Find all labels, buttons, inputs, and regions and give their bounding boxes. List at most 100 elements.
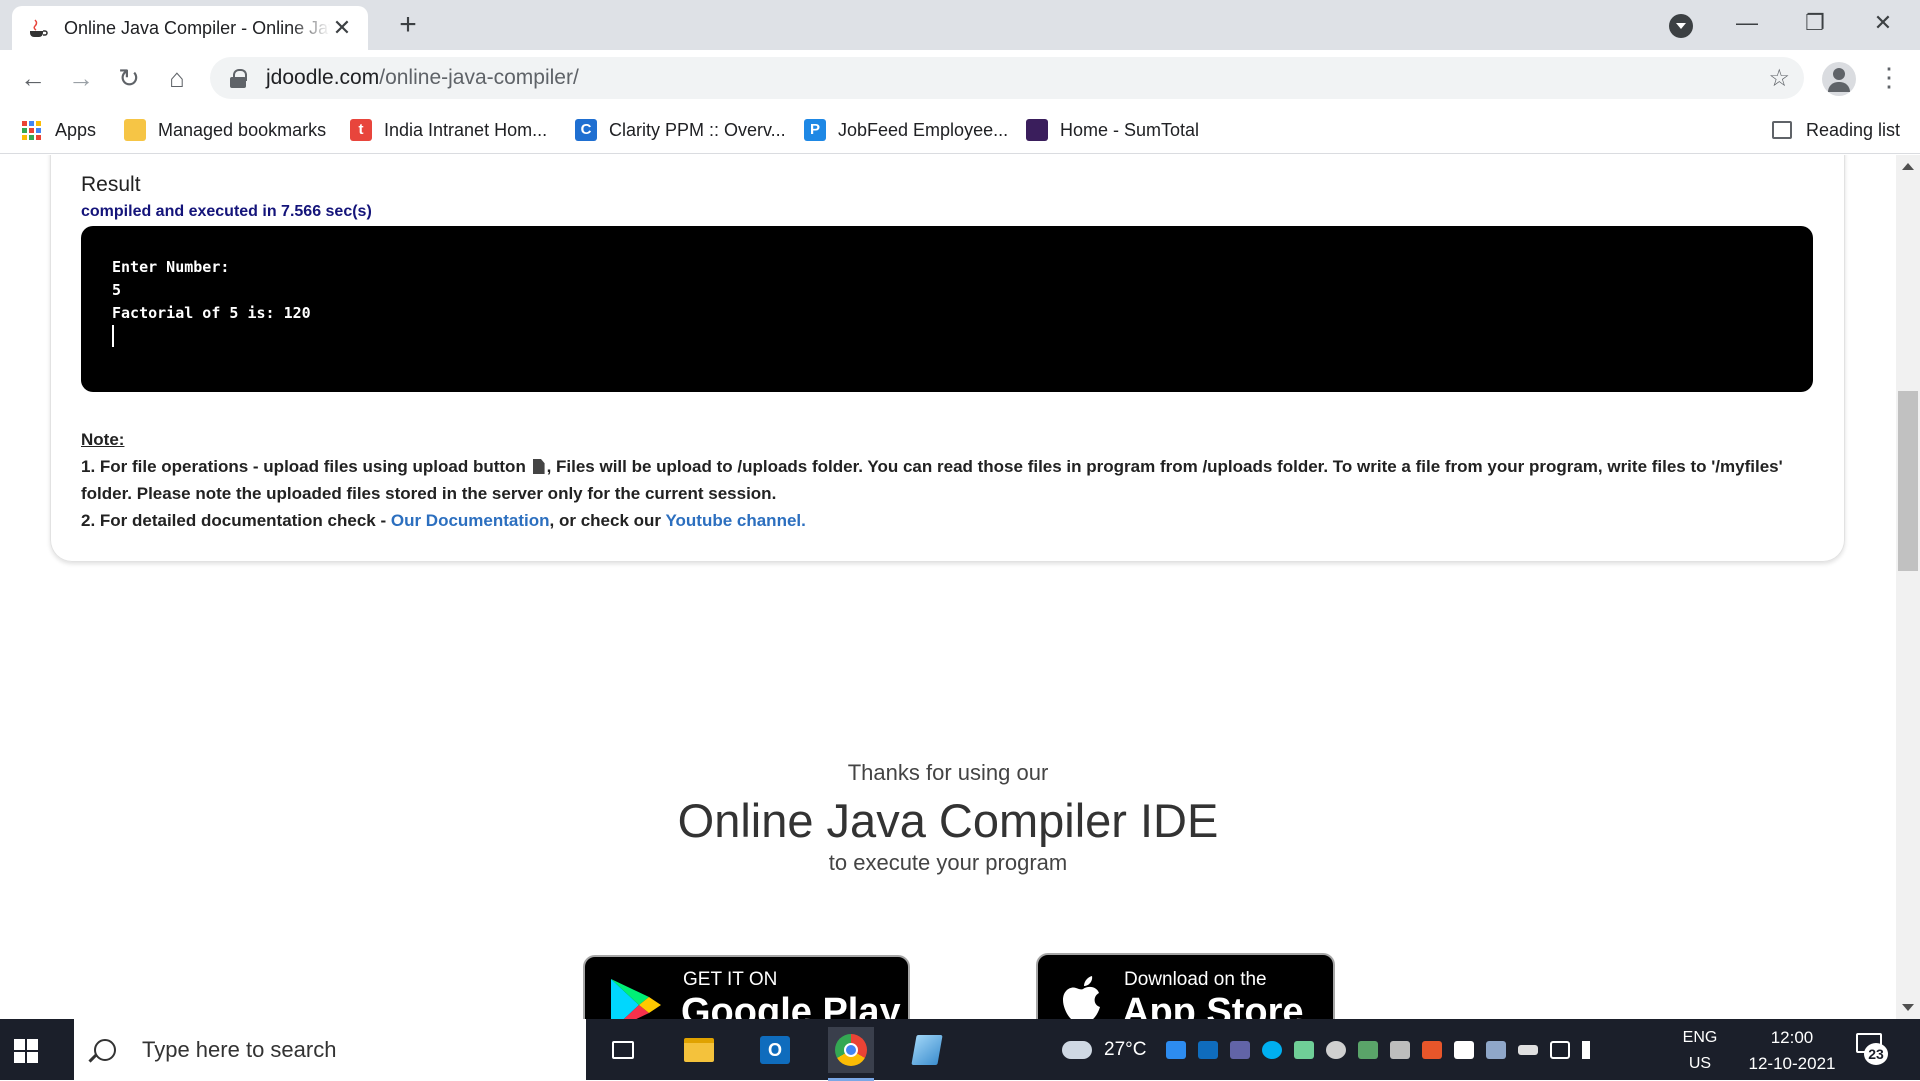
restore-button[interactable]: ❐ — [1790, 8, 1840, 38]
volume-icon[interactable] — [1582, 1040, 1602, 1059]
bookmark-label: Apps — [55, 119, 97, 140]
documentation-link[interactable]: Our Documentation — [391, 511, 550, 530]
onedrive-icon[interactable] — [1166, 1040, 1187, 1059]
teams-icon[interactable] — [1230, 1040, 1251, 1059]
windows-taskbar: Type here to search O 27°C ENG US 12:00 … — [0, 1019, 1920, 1081]
note-text: 1. For file operations - upload files us… — [81, 457, 526, 476]
clarity-favicon-icon: C — [575, 119, 597, 141]
network-icon[interactable] — [1550, 1040, 1571, 1059]
lock-icon[interactable] — [230, 69, 247, 88]
note-section: Note: 1. For file operations - upload fi… — [81, 426, 1801, 534]
youtube-channel-link[interactable]: Youtube channel. — [665, 511, 805, 530]
scroll-down-arrow-icon[interactable] — [1902, 1004, 1914, 1011]
bookmark-label: Home - SumTotal — [1060, 119, 1200, 140]
network-share-icon[interactable] — [1358, 1040, 1379, 1059]
window-close-button[interactable]: ✕ — [1858, 8, 1908, 38]
tab-search-icon[interactable] — [1669, 14, 1693, 38]
output-console[interactable]: Enter Number: 5 Factorial of 5 is: 120 — [81, 226, 1813, 392]
forward-button[interactable]: → — [66, 64, 96, 94]
file-explorer-icon[interactable] — [676, 1027, 722, 1073]
page-scrollbar[interactable] — [1896, 155, 1920, 1019]
lock-tray-icon[interactable] — [1390, 1040, 1411, 1059]
language-indicator[interactable]: ENG US — [1680, 1025, 1720, 1077]
cloud-sync-icon[interactable] — [1294, 1040, 1315, 1059]
result-heading: Result — [81, 173, 141, 196]
search-placeholder: Type here to search — [142, 1036, 337, 1062]
bookmark-india-intranet[interactable]: t India Intranet Hom... — [350, 116, 547, 144]
intranet-favicon-icon: t — [350, 119, 372, 141]
bookmark-sumtotal[interactable]: Home - SumTotal — [1026, 116, 1199, 144]
app-store-big-text: App Store — [1122, 991, 1304, 1019]
google-play-icon — [611, 979, 661, 1019]
skype-icon[interactable] — [1262, 1040, 1283, 1059]
chrome-icon[interactable] — [828, 1027, 874, 1081]
tab-close-icon[interactable]: ✕ — [330, 16, 354, 40]
task-view-icon[interactable] — [600, 1027, 646, 1073]
clock-date: 12-10-2021 — [1748, 1054, 1836, 1073]
weather-cloud-icon[interactable] — [1062, 1040, 1092, 1059]
google-play-big-text: Google Play — [681, 991, 901, 1019]
upload-file-icon — [532, 459, 545, 474]
folder-icon — [124, 119, 146, 141]
back-button[interactable]: ← — [18, 64, 48, 94]
weather-temp[interactable]: 27°C — [1104, 1039, 1146, 1061]
apple-icon — [1063, 976, 1100, 1019]
bookmark-star-icon[interactable]: ☆ — [1768, 64, 1790, 93]
tab-strip: Online Java Compiler - Online Java ✕ + —… — [0, 0, 1920, 50]
reading-list-button[interactable]: Reading list — [1772, 116, 1900, 144]
display-icon[interactable] — [1486, 1040, 1507, 1059]
bookmark-label: Clarity PPM :: Overv... — [609, 119, 786, 140]
search-icon — [94, 1038, 116, 1061]
address-bar[interactable]: jdoodle.com/online-java-compiler/ ☆ — [210, 57, 1804, 99]
java-favicon-icon — [26, 16, 50, 40]
bookmark-apps[interactable]: Apps — [22, 116, 96, 144]
profile-avatar-icon[interactable] — [1822, 62, 1856, 96]
sumtotal-favicon-icon — [1026, 119, 1048, 141]
bookmark-managed[interactable]: Managed bookmarks — [124, 116, 326, 144]
bookmarks-bar: Apps Managed bookmarks t India Intranet … — [0, 106, 1920, 154]
console-line: Factorial of 5 is: 120 — [112, 304, 311, 322]
text-cursor — [112, 325, 114, 347]
taskbar-search-box[interactable]: Type here to search — [74, 1019, 586, 1080]
defender-icon[interactable] — [1454, 1040, 1475, 1059]
reading-list-icon — [1772, 121, 1792, 139]
outlook-icon[interactable]: O — [752, 1027, 798, 1073]
console-line: Enter Number: — [112, 258, 230, 276]
notepad-app-icon[interactable] — [904, 1027, 950, 1073]
scroll-up-arrow-icon[interactable] — [1902, 163, 1914, 170]
promo-title: Online Java Compiler IDE — [677, 794, 1219, 847]
security-shield-icon[interactable] — [1422, 1040, 1443, 1059]
battery-icon[interactable] — [1518, 1044, 1539, 1055]
bookmark-jobfeed[interactable]: P JobFeed Employee... — [804, 116, 1008, 144]
system-tray: 27°C — [1062, 1019, 1608, 1080]
bookmark-label: India Intranet Hom... — [384, 119, 548, 140]
chrome-menu-icon[interactable]: ⋮ — [1876, 62, 1902, 92]
home-button[interactable]: ⌂ — [162, 64, 192, 94]
lang-bottom: US — [1688, 1055, 1712, 1072]
scrollbar-thumb[interactable] — [1898, 391, 1918, 571]
bookmark-clarity[interactable]: C Clarity PPM :: Overv... — [575, 116, 786, 144]
taskbar-clock[interactable]: 12:00 12-10-2021 — [1738, 1025, 1846, 1077]
lang-top: ENG — [1682, 1029, 1718, 1046]
browser-toolbar: ← → ↻ ⌂ jdoodle.com/online-java-compiler… — [0, 50, 1920, 106]
new-tab-button[interactable]: + — [392, 10, 424, 42]
windows-start-icon[interactable] — [14, 1039, 38, 1063]
bookmark-label: Managed bookmarks — [158, 119, 327, 140]
minimize-button[interactable]: — — [1722, 8, 1772, 38]
outlook-tray-icon[interactable] — [1198, 1040, 1219, 1059]
reading-list-label: Reading list — [1806, 119, 1901, 140]
bookmark-label: JobFeed Employee... — [838, 119, 1009, 140]
promo-line-1: Thanks for using our — [847, 760, 1049, 785]
note-line-1: 1. For file operations - upload files us… — [81, 453, 1801, 507]
execution-time: compiled and executed in 7.566 sec(s) — [81, 203, 372, 220]
tab-title: Online Java Compiler - Online Java — [64, 17, 330, 38]
reload-button[interactable]: ↻ — [114, 64, 144, 94]
app-store-badge[interactable]: Download on the App Store — [1036, 953, 1335, 1019]
settings-gear-icon[interactable] — [1326, 1040, 1347, 1059]
notification-count: 23 — [1864, 1043, 1888, 1065]
google-play-badge[interactable]: GET IT ON Google Play — [583, 955, 910, 1019]
note-line-2: 2. For detailed documentation check - Ou… — [81, 507, 1801, 534]
google-play-small-text: GET IT ON — [683, 969, 778, 990]
notification-center-icon[interactable]: 23 — [1856, 1033, 1888, 1065]
browser-tab[interactable]: Online Java Compiler - Online Java ✕ — [12, 6, 368, 50]
